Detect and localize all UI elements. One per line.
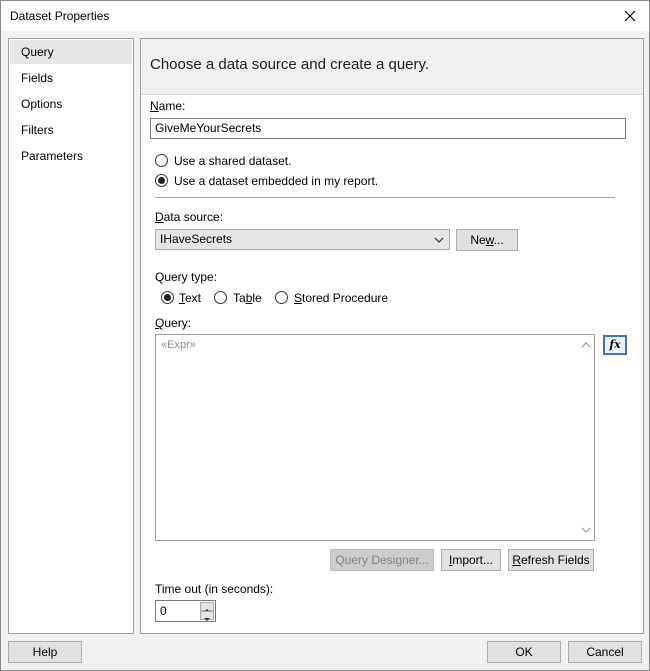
data-source-label: Data source: [155,210,224,224]
sidebar-item-options[interactable]: Options [10,92,132,116]
embedded-dataset-radio[interactable] [155,174,168,187]
spin-down-icon [204,618,210,621]
data-source-dropdown[interactable]: IHaveSecrets [155,229,450,250]
separator [155,197,615,198]
query-panel: Choose a data source and create a query.… [140,38,644,634]
query-type-text-label: Text [179,291,202,305]
new-data-source-button[interactable]: New... [456,229,518,251]
name-input[interactable]: GiveMeYourSecrets [150,118,626,139]
timeout-value: 0 [160,604,167,618]
spin-up-button[interactable] [200,602,214,612]
sidebar: Query Fields Options Filters Parameters [8,38,134,634]
dataset-properties-dialog: Dataset Properties Query Fields Options … [0,0,650,671]
spin-down-button[interactable] [200,611,214,621]
query-type-stored-procedure-label: Stored Procedure [294,291,389,305]
query-type-stored-procedure-radio[interactable] [275,291,288,304]
sidebar-item-parameters[interactable]: Parameters [10,144,132,168]
shared-dataset-radio[interactable] [155,154,168,167]
sidebar-item-fields[interactable]: Fields [10,66,132,90]
sidebar-item-query[interactable]: Query [10,40,132,64]
scroll-up-icon[interactable] [581,341,591,349]
chevron-down-icon [434,237,444,243]
shared-dataset-label: Use a shared dataset. [174,154,292,168]
panel-header: Choose a data source and create a query. [141,39,643,95]
timeout-spinner[interactable]: 0 [155,600,216,622]
ok-button[interactable]: OK [487,641,561,663]
query-label: Query: [155,316,192,330]
query-type-text-radio[interactable] [161,291,174,304]
panel-heading: Choose a data source and create a query. [150,56,430,73]
refresh-fields-button[interactable]: Refresh Fields [508,549,594,571]
help-button[interactable]: Help [8,641,82,663]
cancel-button[interactable]: Cancel [568,641,642,663]
expression-fx-button[interactable]: fx [603,335,627,355]
sidebar-item-filters[interactable]: Filters [10,118,132,142]
name-label: Name: [150,99,186,113]
title-bar: Dataset Properties [1,1,649,31]
scroll-down-icon[interactable] [581,526,591,534]
query-designer-button[interactable]: Query Designer... [330,549,434,571]
query-type-table-radio[interactable] [214,291,227,304]
data-source-value: IHaveSecrets [160,232,233,246]
embedded-dataset-label: Use a dataset embedded in my report. [174,174,379,188]
close-icon [624,10,636,22]
query-placeholder: «Expr» [161,339,196,351]
close-button[interactable] [617,3,643,29]
timeout-label: Time out (in seconds): [155,582,274,596]
query-textarea[interactable]: «Expr» [155,334,595,541]
query-type-label: Query type: [155,270,218,284]
import-button[interactable]: Import... [441,549,501,571]
window-title: Dataset Properties [10,9,110,23]
query-type-table-label: Table [233,291,262,305]
